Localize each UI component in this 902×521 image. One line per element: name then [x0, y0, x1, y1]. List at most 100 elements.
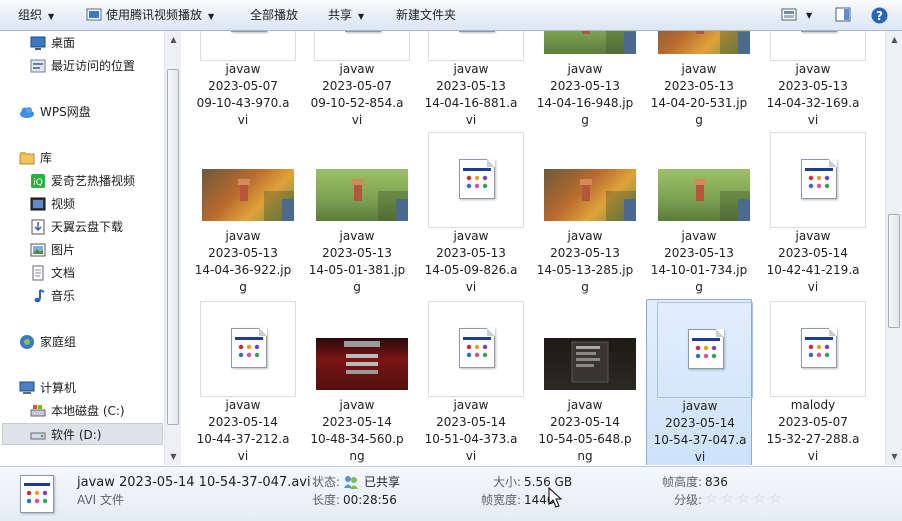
nav-scrollbar[interactable]: ▲ ▼: [164, 31, 181, 465]
file-thumbnail: [428, 132, 524, 228]
file-name-line: 2023-05-14: [550, 415, 620, 429]
file-thumbnail: [200, 31, 296, 61]
file-item[interactable]: javaw 2023-05-13 14-04-32-169.a vi: [760, 31, 866, 131]
length-value: 00:28:56: [343, 493, 397, 507]
new-folder-button[interactable]: 新建文件夹: [396, 0, 456, 31]
nav-item-label: 计算机: [40, 381, 77, 395]
documents-icon: [30, 265, 46, 281]
file-item[interactable]: javaw 2023-05-14 10-42-41-219.a vi: [760, 130, 866, 298]
file-item[interactable]: javaw 2023-05-14 10-54-05-648.p ng: [532, 299, 638, 465]
file-name-line: javaw: [225, 398, 261, 412]
file-name-line: 14-05-13-285.jp: [536, 263, 634, 277]
file-item[interactable]: javaw 2023-05-13 14-04-20-531.jp g: [646, 31, 752, 131]
file-name-line: 2023-05-07: [778, 415, 848, 429]
file-name-line: javaw: [567, 229, 603, 243]
avi-file-icon: [231, 31, 267, 32]
nav-item-label: 本地磁盘 (C:): [51, 404, 125, 418]
file-name-line: javaw: [795, 62, 831, 76]
share-button[interactable]: 共享 ▼: [328, 0, 364, 31]
file-thumbnail: [428, 301, 524, 397]
file-item[interactable]: malody 2023-05-07 15-32-27-288.a vi: [760, 299, 866, 465]
file-item[interactable]: javaw 2023-05-13 14-04-16-948.jp g: [532, 31, 638, 131]
file-item[interactable]: javaw 2023-05-13 14-05-09-826.a vi: [418, 130, 524, 298]
avi-file-icon: [345, 31, 381, 32]
view-options-icon[interactable]: [781, 7, 797, 22]
file-name-line: javaw: [339, 229, 375, 243]
file-name-line: vi: [237, 449, 249, 463]
file-item[interactable]: javaw 2023-05-13 14-05-01-381.jp g: [304, 130, 410, 298]
help-icon[interactable]: ?: [871, 7, 888, 24]
content-scrollbar-thumb[interactable]: [888, 214, 900, 328]
scroll-up-icon[interactable]: ▲: [165, 31, 181, 48]
file-name-line: 15-32-27-288.a: [766, 432, 860, 446]
file-name-line: 14-05-01-381.jp: [308, 263, 406, 277]
avi-file-icon: [20, 475, 54, 513]
nav-item-label: 软件 (D:): [51, 428, 102, 442]
file-list: javaw 2023-05-07 09-10-43-970.a vi javaw 2023…: [185, 31, 885, 465]
image-thumbnail: [544, 31, 636, 54]
file-name-line: 2023-05-13: [322, 246, 392, 260]
file-thumbnail: [770, 301, 866, 397]
play-with-button[interactable]: 使用腾讯视频播放 ▼: [106, 0, 214, 31]
file-name-line: javaw: [453, 62, 489, 76]
file-name-line: 10-51-04-373.a: [424, 432, 518, 446]
content-scrollbar[interactable]: ▲ ▼: [885, 31, 902, 465]
rating-star-icon[interactable]: ☆: [753, 491, 766, 507]
file-name-line: 09-10-52-854.a: [310, 96, 404, 110]
file-name-line: 14-04-36-922.jp: [194, 263, 292, 277]
media-dots-icon: [26, 490, 48, 504]
nav-item-drive-d[interactable]: 软件 (D:): [2, 423, 163, 445]
avi-file-icon: [459, 31, 495, 32]
computer-icon: [19, 380, 35, 396]
file-item[interactable]: javaw 2023-05-14 10-51-04-373.a vi: [418, 299, 524, 465]
avi-file-icon: [688, 329, 724, 369]
file-name-line: 2023-05-13: [436, 79, 506, 93]
file-name-line: vi: [807, 449, 819, 463]
file-item[interactable]: javaw 2023-05-13 14-04-36-922.jp g: [190, 130, 296, 298]
file-thumbnail: [657, 302, 753, 398]
file-name-line: vi: [807, 113, 819, 127]
file-name-line: malody: [790, 398, 836, 412]
file-item[interactable]: javaw 2023-05-07 09-10-52-854.a vi: [304, 31, 410, 131]
nav-scrollbar-thumb[interactable]: [167, 69, 179, 425]
file-name-line: 2023-05-14: [665, 416, 735, 430]
nav-item-label: WPS网盘: [40, 105, 91, 119]
frame-width-key: 帧宽度:: [481, 493, 522, 507]
file-name-line: javaw: [453, 398, 489, 412]
rating-star-icon[interactable]: ☆: [705, 491, 718, 507]
file-name-line: javaw: [453, 229, 489, 243]
rating-star-icon[interactable]: ☆: [721, 491, 734, 507]
organize-button[interactable]: 组织 ▼: [18, 0, 54, 31]
play-all-button[interactable]: 全部播放: [250, 0, 298, 31]
music-icon: [30, 288, 46, 304]
rating-star-icon[interactable]: ☆: [737, 491, 750, 507]
file-name-line: javaw: [225, 62, 261, 76]
file-item[interactable]: javaw 2023-05-14 10-48-34-560.p ng: [304, 299, 410, 465]
file-item[interactable]: javaw 2023-05-13 14-10-01-734.jp g: [646, 130, 752, 298]
image-thumbnail: [544, 338, 636, 390]
file-name-line: 10-42-41-219.a: [766, 263, 860, 277]
pictures-icon: [30, 242, 46, 258]
file-name-line: 2023-05-13: [436, 246, 506, 260]
file-name-line: javaw: [567, 398, 603, 412]
file-item[interactable]: javaw 2023-05-14 10-44-37-212.a vi: [190, 299, 296, 465]
nav-item-label: 天翼云盘下载: [51, 220, 124, 234]
scroll-up-icon[interactable]: ▲: [886, 31, 902, 48]
file-item[interactable]: javaw 2023-05-14 10-54-37-047.a vi: [646, 299, 753, 465]
file-name-line: javaw: [681, 229, 717, 243]
file-name-line: vi: [465, 280, 477, 294]
frame-height-value: 836: [705, 475, 728, 489]
file-name-line: 10-44-37-212.a: [196, 432, 290, 446]
rating-star-icon[interactable]: ☆: [769, 491, 782, 507]
scroll-down-icon[interactable]: ▼: [165, 448, 181, 465]
file-item[interactable]: javaw 2023-05-13 14-05-13-285.jp g: [532, 130, 638, 298]
file-item[interactable]: javaw 2023-05-13 14-04-16-881.a vi: [418, 31, 524, 131]
image-thumbnail: [316, 338, 408, 390]
view-menu-chevron-icon[interactable]: ▼: [806, 0, 812, 31]
preview-pane-icon[interactable]: [835, 7, 851, 22]
file-name-line: 2023-05-14: [322, 415, 392, 429]
scroll-down-icon[interactable]: ▼: [886, 448, 902, 465]
avi-file-icon: [801, 31, 837, 32]
avi-file-icon: [801, 159, 837, 199]
file-item[interactable]: javaw 2023-05-07 09-10-43-970.a vi: [190, 31, 296, 131]
